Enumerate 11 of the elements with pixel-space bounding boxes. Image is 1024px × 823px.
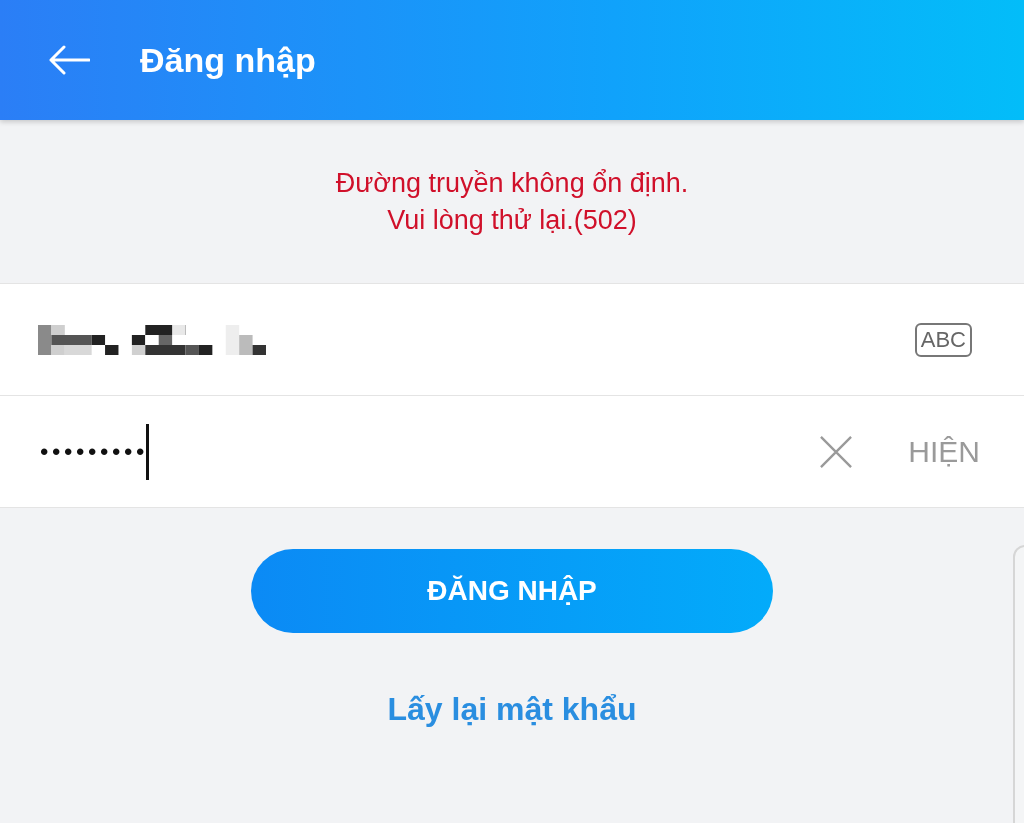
forgot-password-link[interactable]: Lấy lại mật khẩu: [387, 691, 637, 728]
screen-title: Đăng nhập: [140, 40, 316, 80]
keyboard-toggle-button[interactable]: ABC: [914, 322, 972, 357]
password-field[interactable]: ••••••••• HIỆN: [0, 395, 1024, 507]
error-message-line: Đường truyền không ổn định.: [335, 166, 689, 200]
phone-field[interactable]: ABC: [0, 284, 1024, 395]
back-arrow-icon[interactable]: [48, 45, 90, 75]
clear-icon[interactable]: [820, 435, 853, 468]
masked-password: •••••••••: [40, 437, 149, 466]
login-button[interactable]: ĐĂNG NHẬP: [251, 549, 773, 633]
error-message-line: Vui lòng thử lại.(502): [387, 203, 637, 237]
